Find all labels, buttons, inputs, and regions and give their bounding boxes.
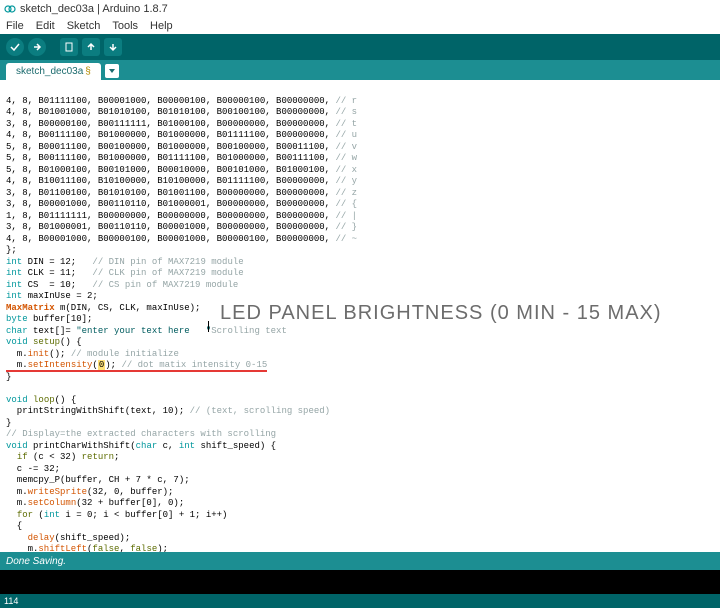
verify-button[interactable]: [6, 38, 24, 56]
menu-file[interactable]: File: [6, 20, 24, 32]
tab-menu-button[interactable]: [105, 64, 119, 78]
menu-tools[interactable]: Tools: [112, 20, 138, 32]
upload-button[interactable]: [28, 38, 46, 56]
arduino-app-icon: [4, 3, 16, 15]
status-message: Done Saving.: [6, 556, 66, 567]
tab-bar: sketch_dec03a: [0, 60, 720, 80]
status-bar: Done Saving.: [0, 552, 720, 570]
line-indicator: 114: [4, 596, 18, 606]
console-panel: [0, 570, 720, 594]
code-editor[interactable]: 4, 8, B01111100, B00001000, B00000100, B…: [0, 80, 720, 552]
text-cursor: [208, 321, 209, 332]
open-sketch-button[interactable]: [82, 38, 100, 56]
tab-sketch[interactable]: sketch_dec03a: [6, 63, 101, 80]
toolbar: [0, 34, 720, 60]
menu-help[interactable]: Help: [150, 20, 173, 32]
window-titlebar: sketch_dec03a | Arduino 1.8.7: [0, 0, 720, 18]
window-title: sketch_dec03a | Arduino 1.8.7: [20, 3, 168, 15]
menu-sketch[interactable]: Sketch: [67, 20, 101, 32]
menubar: File Edit Sketch Tools Help: [0, 18, 720, 34]
new-sketch-button[interactable]: [60, 38, 78, 56]
menu-edit[interactable]: Edit: [36, 20, 55, 32]
footer-bar: 114: [0, 594, 720, 608]
overlay-annotation: LED PANEL BRIGHTNESS (0 MIN - 15 MAX): [220, 308, 662, 320]
save-sketch-button[interactable]: [104, 38, 122, 56]
